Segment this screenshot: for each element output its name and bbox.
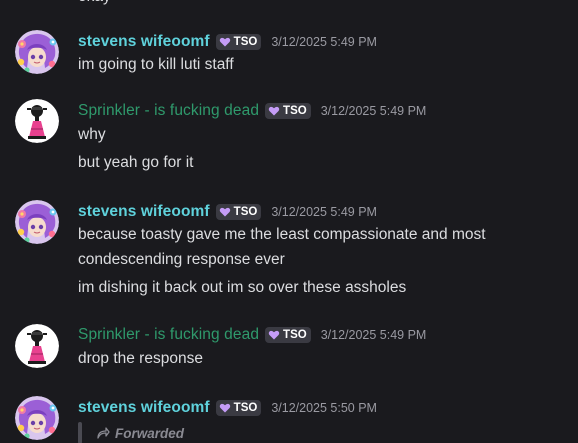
timestamp[interactable]: 3/12/2025 5:49 PM [271, 205, 377, 219]
message-header: stevens wifeoomf TSO 3/12/2025 5:50 PM [78, 397, 377, 419]
avatar[interactable] [15, 200, 59, 244]
guild-tag-label: TSO [283, 105, 307, 117]
message-header: stevens wifeoomf TSO 3/12/2025 5:49 PM [78, 201, 377, 223]
timestamp[interactable]: 3/12/2025 5:49 PM [271, 35, 377, 49]
avatar[interactable] [15, 30, 59, 74]
heart-icon [219, 402, 231, 414]
username[interactable]: stevens wifeoomf [78, 33, 210, 51]
message-text: im dishing it back out im so over these … [78, 279, 407, 296]
username[interactable]: Sprinkler - is fucking dead [78, 326, 259, 344]
forwarded-indicator: Forwarded [78, 422, 184, 443]
guild-tag-label: TSO [233, 402, 258, 414]
timestamp[interactable]: 3/12/2025 5:49 PM [321, 104, 427, 118]
message-text: why [78, 126, 106, 143]
forward-arrow-icon [97, 427, 110, 439]
guild-tag[interactable]: TSO [265, 103, 311, 119]
heart-icon [219, 36, 231, 48]
heart-icon [219, 206, 231, 218]
username[interactable]: stevens wifeoomf [78, 203, 210, 221]
guild-tag[interactable]: TSO [215, 204, 262, 220]
message-text: drop the response [78, 350, 203, 367]
message-text: because toasty gave me the least compass… [78, 226, 486, 243]
message-text: condescending response ever [78, 251, 285, 268]
username[interactable]: stevens wifeoomf [78, 399, 210, 417]
forward-bar [78, 422, 82, 443]
forwarded-label: Forwarded [115, 425, 185, 441]
username[interactable]: Sprinkler - is fucking dead [78, 102, 259, 120]
message-header: stevens wifeoomf TSO 3/12/2025 5:49 PM [78, 31, 377, 53]
chat-message-list[interactable]: okay stevens wifeoomf TSO 3/12/2025 5:49… [0, 0, 578, 443]
heart-icon [268, 329, 280, 341]
message-text: im going to kill luti staff [78, 56, 234, 73]
guild-tag[interactable]: TSO [215, 400, 262, 416]
guild-tag-label: TSO [233, 206, 258, 218]
avatar[interactable] [15, 396, 59, 440]
previous-message-fragment: okay [78, 0, 111, 8]
guild-tag-label: TSO [233, 36, 258, 48]
timestamp[interactable]: 3/12/2025 5:50 PM [271, 401, 377, 415]
message-text: but yeah go for it [78, 154, 194, 171]
guild-tag-label: TSO [283, 329, 307, 341]
message-header: Sprinkler - is fucking dead TSO 3/12/202… [78, 100, 426, 122]
guild-tag[interactable]: TSO [215, 34, 262, 50]
guild-tag[interactable]: TSO [265, 327, 311, 343]
avatar[interactable] [15, 324, 59, 368]
heart-icon [268, 105, 280, 117]
avatar[interactable] [15, 99, 59, 143]
timestamp[interactable]: 3/12/2025 5:49 PM [321, 328, 427, 342]
message-header: Sprinkler - is fucking dead TSO 3/12/202… [78, 324, 426, 346]
